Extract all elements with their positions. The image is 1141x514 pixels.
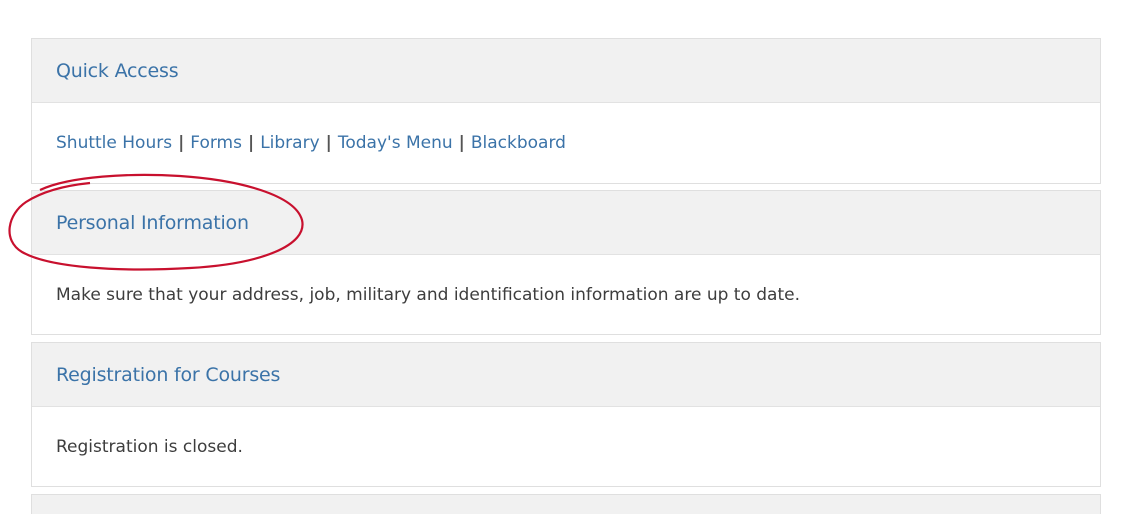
forms-link[interactable]: Forms	[190, 133, 242, 153]
next-panel-header	[32, 495, 1100, 514]
next-panel-partial	[31, 494, 1101, 514]
link-separator: |	[325, 133, 332, 153]
personal-information-header: Personal Information	[32, 191, 1100, 255]
registration-header: Registration for Courses	[32, 343, 1100, 407]
page: Quick Access Shuttle Hours | Forms | Lib…	[0, 0, 1141, 514]
quick-access-title[interactable]: Quick Access	[56, 60, 179, 82]
link-separator: |	[178, 133, 185, 153]
todays-menu-link[interactable]: Today's Menu	[338, 133, 453, 153]
registration-title[interactable]: Registration for Courses	[56, 364, 280, 386]
personal-information-body: Make sure that your address, job, milita…	[56, 284, 800, 305]
quick-access-panel: Quick Access Shuttle Hours | Forms | Lib…	[31, 38, 1101, 184]
link-separator: |	[458, 133, 465, 153]
registration-panel: Registration for Courses Registration is…	[31, 342, 1101, 487]
link-separator: |	[247, 133, 255, 153]
registration-body: Registration is closed.	[56, 436, 243, 457]
personal-information-panel: Personal Information Make sure that your…	[31, 190, 1101, 335]
personal-information-title[interactable]: Personal Information	[56, 212, 249, 234]
shuttle-hours-link[interactable]: Shuttle Hours	[56, 133, 172, 153]
quick-access-links: Shuttle Hours | Forms | Library | Today'…	[32, 103, 1100, 183]
quick-access-header: Quick Access	[32, 39, 1100, 103]
library-link[interactable]: Library	[260, 133, 319, 153]
blackboard-link[interactable]: Blackboard	[471, 133, 566, 153]
